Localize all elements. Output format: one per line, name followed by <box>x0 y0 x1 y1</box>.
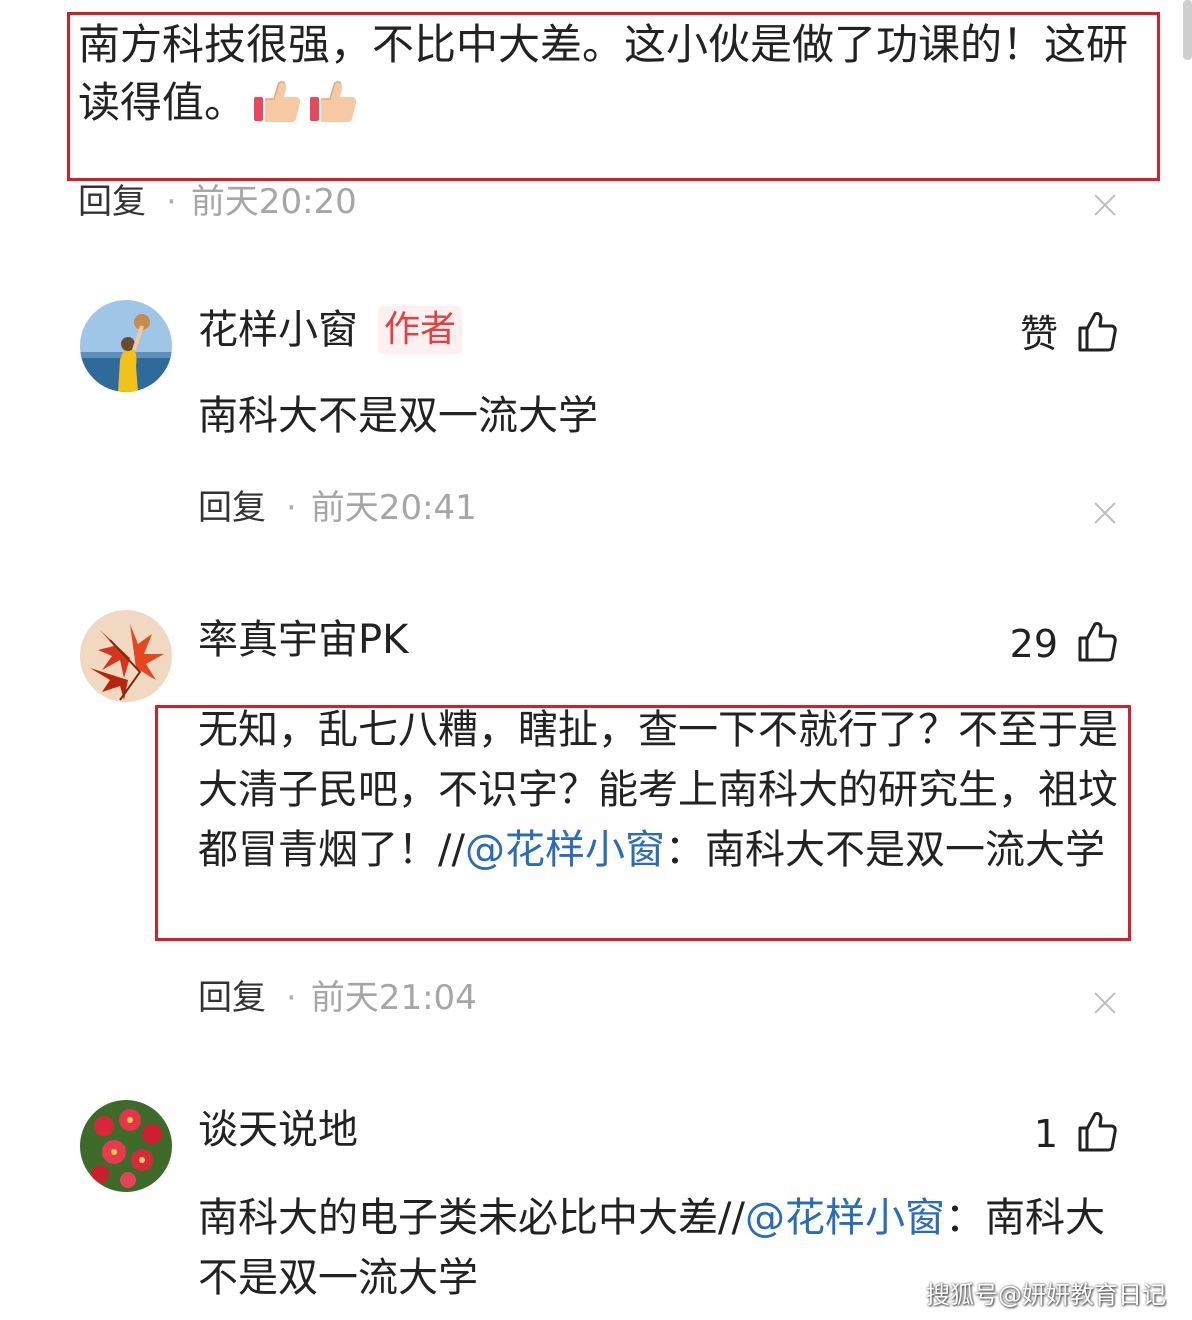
mention-link[interactable]: @花样小窗 <box>745 1195 945 1241</box>
timestamp: 前天20:20 <box>190 182 357 222</box>
like-thumb-icon[interactable] <box>1076 310 1118 354</box>
close-icon[interactable] <box>1094 502 1116 524</box>
like-label: 赞 <box>1019 312 1058 356</box>
timestamp: 前天21:04 <box>310 978 477 1018</box>
avatar[interactable] <box>80 610 172 702</box>
meta-separator: · <box>286 978 297 1018</box>
avatar-image <box>80 610 172 702</box>
watermark: 搜狐号@妍妍教育日记 <box>926 1281 1166 1309</box>
avatar-image <box>80 1100 172 1192</box>
avatar-image <box>80 300 172 392</box>
comment-meta: 回复 · 前天20:41 <box>198 488 477 528</box>
comment-body-tail: ：南科大不是双一流大学 <box>664 827 1105 873</box>
thumbs-up-icon <box>254 81 301 122</box>
comment-body-main: 南科大的电子类未必比中大差// <box>198 1195 745 1241</box>
avatar[interactable] <box>80 1100 172 1192</box>
like-thumb-icon[interactable] <box>1076 620 1118 664</box>
like-count: 1 <box>1033 1112 1058 1156</box>
close-icon[interactable] <box>1094 992 1116 1014</box>
scrollbar[interactable] <box>1183 0 1192 60</box>
author-badge: 作者 <box>378 306 463 354</box>
reply-button[interactable]: 回复 <box>78 182 146 222</box>
comment-author-name[interactable]: 花样小窗 <box>198 306 358 354</box>
comment-body: 无知，乱七八糟，瞎扯，查一下不就行了？不至于是大清子民吧，不识字？能考上南科大的… <box>198 700 1128 936</box>
top-comment-text: 南方科技很强，不比中大差。这小伙是做了功课的！这研读得值。 <box>78 16 1148 132</box>
comment-meta: 回复 · 前天21:04 <box>198 978 477 1018</box>
timestamp: 前天20:41 <box>310 488 477 528</box>
meta-separator: · <box>286 488 297 528</box>
comment-author-name[interactable]: 谈天说地 <box>198 1106 358 1154</box>
top-comment-body: 南方科技很强，不比中大差。这小伙是做了功课的！这研读得值。 <box>78 20 1129 127</box>
comment-body: 南科大不是双一流大学 <box>198 393 598 439</box>
like-thumb-icon[interactable] <box>1076 1110 1118 1154</box>
like-count: 29 <box>1009 622 1058 666</box>
avatar[interactable] <box>80 300 172 392</box>
comment-author-name[interactable]: 率真宇宙PK <box>198 616 408 664</box>
meta-separator: · <box>166 182 177 222</box>
reply-button[interactable]: 回复 <box>198 488 266 528</box>
thumbs-up-icon <box>310 81 357 122</box>
close-icon[interactable] <box>1094 194 1116 216</box>
mention-link[interactable]: @花样小窗 <box>465 827 665 873</box>
comment-meta-top: 回复 · 前天20:20 <box>78 182 357 222</box>
reply-button[interactable]: 回复 <box>198 978 266 1018</box>
